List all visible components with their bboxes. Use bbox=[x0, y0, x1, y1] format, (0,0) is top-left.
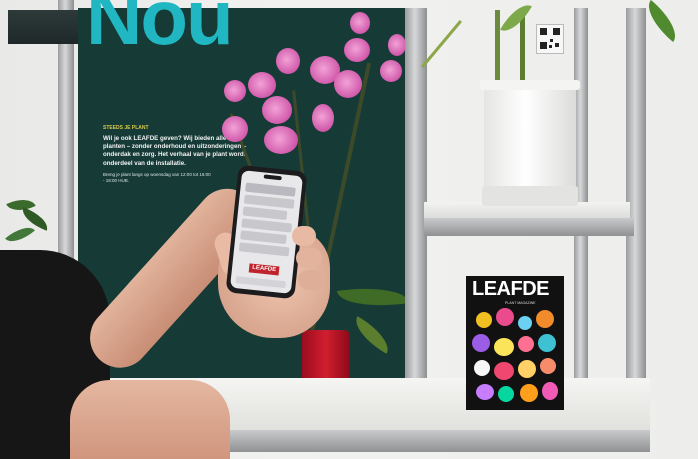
orchid-flower bbox=[350, 12, 370, 34]
middle-shelf-rail bbox=[424, 218, 634, 236]
orchid-flower bbox=[264, 126, 298, 154]
phone-notch bbox=[263, 174, 282, 181]
orchid-flower bbox=[344, 38, 370, 62]
finger bbox=[298, 270, 324, 290]
chat-message bbox=[238, 242, 290, 257]
finger bbox=[292, 226, 316, 246]
plant-stem bbox=[495, 10, 500, 90]
pot-saucer bbox=[482, 186, 578, 206]
poster-kicker: STEEDS JE PLANT bbox=[103, 125, 149, 131]
orchid-flower bbox=[380, 60, 402, 82]
chat-message bbox=[242, 206, 288, 221]
orchid-flower bbox=[276, 48, 300, 74]
magazine-subtitle: PLANT MAGAZINE bbox=[505, 301, 536, 305]
orchid-flower bbox=[334, 70, 362, 98]
plant-stem bbox=[520, 10, 525, 90]
pot-rim bbox=[480, 80, 580, 90]
app-logo: LEAFDE bbox=[248, 263, 280, 276]
chat-input bbox=[235, 276, 286, 289]
magazine-title: LEAFDE bbox=[472, 278, 550, 300]
orchid-flower bbox=[262, 96, 292, 124]
wrist bbox=[70, 380, 230, 459]
orchid-flower bbox=[312, 104, 334, 132]
photo-scene: Nou STEEDS JE PLANT Wil je ook LEAFDE ge… bbox=[0, 0, 698, 459]
orchid-flower bbox=[388, 34, 406, 56]
poster-small-print: Breng je plant langs op woensdag van 12:… bbox=[103, 172, 211, 183]
orchid-flower bbox=[224, 80, 246, 102]
orchid-flower bbox=[248, 72, 276, 98]
orchid-flower bbox=[222, 116, 248, 142]
poster-body-text: Wil je ook LEAFDE geven? Wij bieden alle… bbox=[103, 135, 247, 167]
qr-code-icon bbox=[536, 24, 564, 54]
finger bbox=[296, 248, 322, 268]
chat-message bbox=[240, 230, 287, 245]
top-left-ledge bbox=[8, 10, 78, 44]
